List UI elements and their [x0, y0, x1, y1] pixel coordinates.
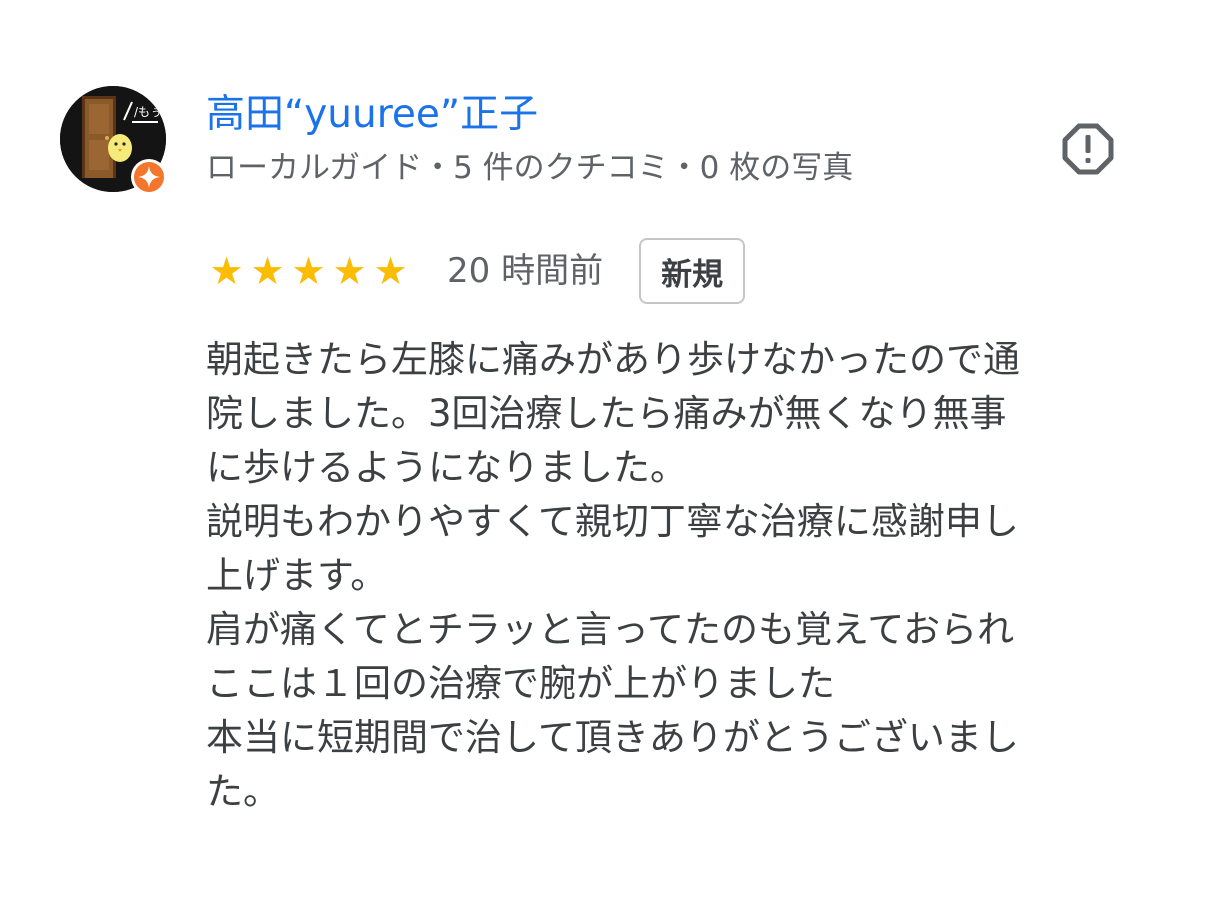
rating-row: ★ ★ ★ ★ ★ 20 時間前 新規	[206, 236, 746, 306]
star-icon: ★	[332, 249, 367, 293]
report-review-button[interactable]	[1060, 121, 1116, 177]
review-text-line: 朝起きたら左膝に痛みがあり歩けなかったので通	[206, 338, 1020, 381]
reviewer-name-link[interactable]: 高田“yuuree”正子	[206, 92, 538, 138]
reviewer-meta: ローカルガイド・5 件のクチコミ・0 枚の写真	[206, 150, 854, 186]
new-badge: 新規	[639, 238, 746, 304]
review-text-line: た。	[206, 770, 280, 813]
star-rating: ★ ★ ★ ★ ★	[206, 251, 411, 291]
review-text-line: 上げます。	[206, 554, 388, 597]
review-time: 20 時間前	[447, 251, 604, 291]
star-icon: ★	[250, 249, 285, 293]
review-text: 朝起きたら左膝に痛みがあり歩けなかったので通 院しました。3回治療したら痛みが無…	[206, 333, 1166, 819]
reviewer-avatar[interactable]: /もぅ…	[60, 86, 168, 196]
local-guide-star-icon	[130, 158, 168, 196]
star-icon: ★	[209, 249, 244, 293]
review-text-line: 院しました。3回治療したら痛みが無くなり無事	[206, 392, 1007, 435]
review-text-line: 本当に短期間で治して頂きありがとうございまし	[206, 716, 1019, 759]
review-text-line: 肩が痛くてとチラッと言ってたのも覚えておられ	[206, 608, 1015, 651]
review-text-line: に歩けるようになりました。	[206, 446, 687, 489]
star-icon: ★	[373, 249, 408, 293]
review-text-line: 説明もわかりやすくて親切丁寧な治療に感謝申し	[206, 500, 1019, 543]
svg-text:/もぅ…: /もぅ…	[134, 105, 166, 119]
star-icon: ★	[291, 249, 326, 293]
review-text-line: ここは１回の治療で腕が上がりました	[206, 662, 835, 705]
report-octagon-icon	[1062, 123, 1114, 175]
